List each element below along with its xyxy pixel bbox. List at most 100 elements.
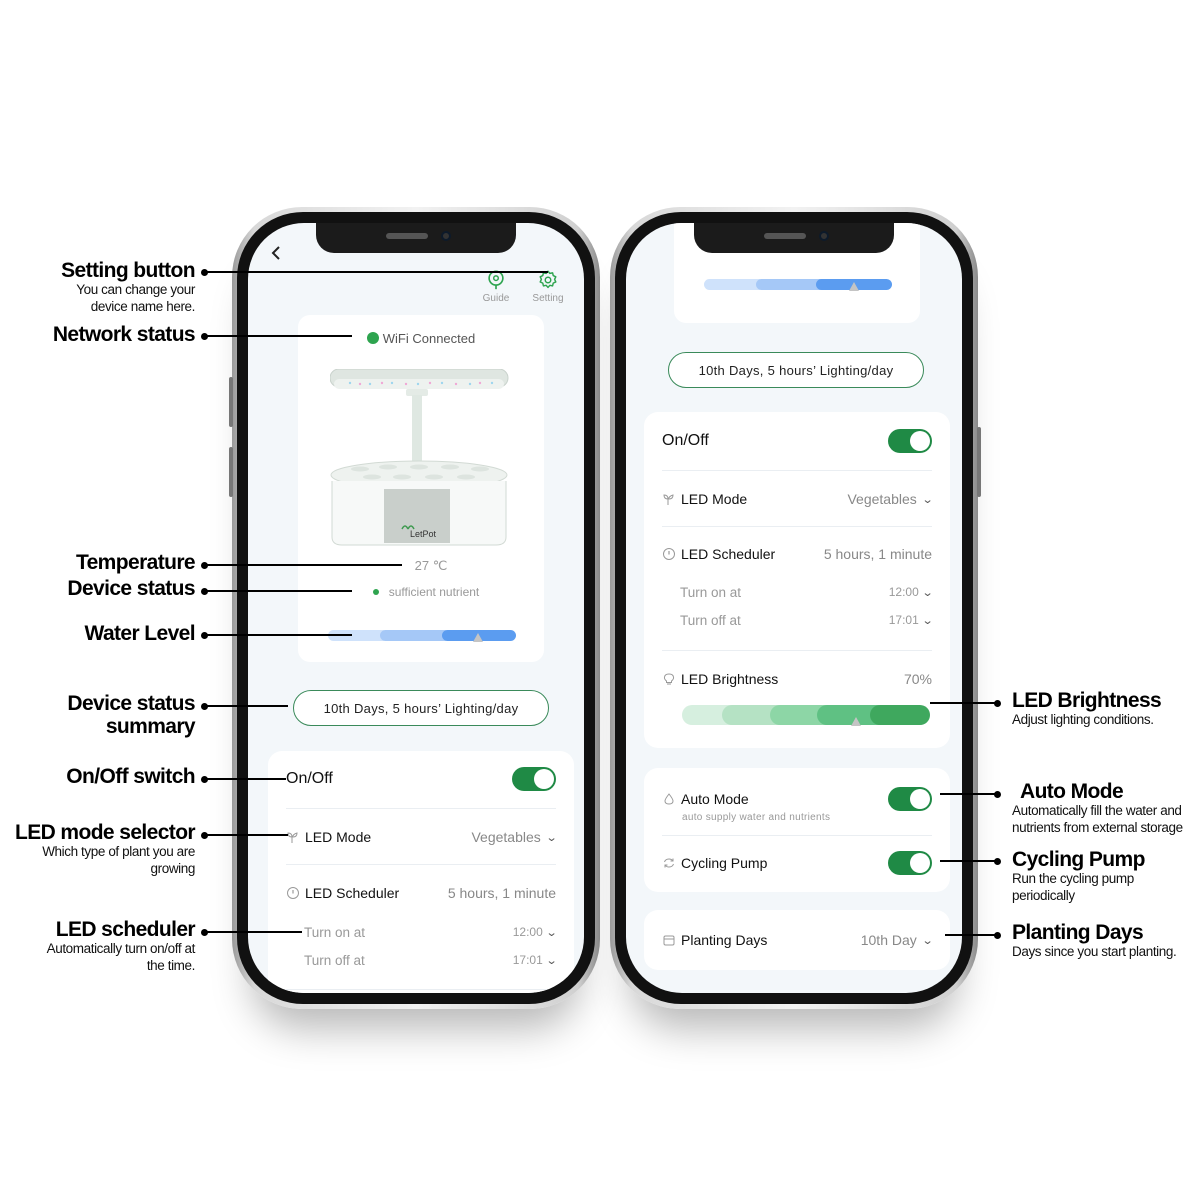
annotation-line [204, 931, 302, 933]
auto-mode-label: Auto Mode [681, 791, 749, 807]
chevron-down-icon: ⌄ [921, 614, 934, 627]
annotation-planting-days: Planting Days Days since you start plant… [1012, 921, 1177, 961]
annotation-led-mode-selector: LED mode selector Which type of plant yo… [15, 821, 196, 878]
brightness-slider[interactable] [682, 705, 930, 726]
planting-days-select[interactable]: 10th Day ⌄ [861, 932, 934, 948]
water-level-bar [704, 279, 892, 291]
annotation-onoff-switch: On/Off switch [66, 765, 195, 788]
divider [662, 650, 932, 651]
turn-on-select[interactable]: 12:00 ⌄ [513, 925, 558, 939]
wifi-icon [366, 332, 379, 344]
setting-button[interactable]: Setting [530, 269, 566, 304]
back-button[interactable] [270, 241, 282, 267]
clock-icon [663, 548, 675, 560]
temperature: 27 ℃ [414, 558, 448, 573]
annotation-line [204, 564, 402, 566]
cycling-pump-toggle[interactable] [888, 851, 932, 875]
led-mode-row[interactable]: LED Mode Vegetables ⌄ [662, 487, 934, 511]
annotation-desc: Automatically fill the water and nutrien… [1012, 803, 1183, 835]
guide-button[interactable]: Guide [478, 269, 514, 304]
brightness-handle[interactable] [850, 717, 861, 726]
turn-off-label: Turn off at [304, 952, 365, 968]
led-mode-row[interactable]: LED Mode Vegetables ⌄ [286, 825, 558, 849]
water-level-indicator [849, 282, 860, 291]
water-level-bar [328, 630, 516, 642]
led-mode-label: LED Mode [681, 491, 748, 507]
annotation-temperature: Temperature [76, 551, 196, 574]
planting-days-title: Planting Days [662, 932, 767, 948]
turn-off-row[interactable]: Turn off at 17:01 ⌄ [680, 610, 934, 630]
device-image: LetPot [330, 369, 509, 546]
planting-days-row[interactable]: Planting Days 10th Day ⌄ [662, 928, 934, 952]
power-button [977, 427, 981, 497]
status-dot-icon [372, 589, 379, 595]
chevron-down-icon: ⌄ [921, 493, 934, 506]
auto-mode-hint: auto supply water and nutrients [682, 812, 831, 823]
annotation-title: Cycling Pump [1012, 848, 1145, 871]
annotation-bullet [994, 700, 1001, 707]
annotation-desc: Run the cycling pump periodically [1012, 871, 1134, 903]
turn-off-row[interactable]: Turn off at 17:01 ⌄ [304, 950, 558, 970]
annotation-setting-button: Setting button You can change your devic… [45, 259, 196, 316]
annotation-auto-mode: Auto Mode Automatically fill the water a… [1012, 780, 1197, 837]
chevron-left-icon [271, 246, 280, 260]
led-mode-select[interactable]: Vegetables ⌄ [847, 491, 934, 507]
divider [662, 835, 932, 836]
led-mode-value: Vegetables [471, 829, 541, 845]
led-mode-title: LED Mode [662, 491, 747, 507]
annotation-title: Device status summary [67, 692, 195, 739]
turn-off-value: 17:01 [888, 613, 919, 627]
brightness-segment [870, 705, 930, 725]
cycling-pump-title: Cycling Pump [662, 855, 767, 871]
divider [286, 989, 556, 990]
annotation-line [204, 705, 288, 707]
cycling-pump-label: Cycling Pump [681, 855, 768, 871]
auto-mode-toggle[interactable] [888, 787, 932, 811]
turn-on-row[interactable]: Turn on at 12:00 ⌄ [304, 922, 558, 942]
onoff-toggle[interactable] [888, 429, 932, 453]
annotation-desc: Days since you start planting. [1012, 944, 1177, 960]
led-scheduler-label: LED Scheduler [681, 546, 776, 562]
annotation-line [204, 634, 352, 636]
phone-right: sufficient nutrient 10th Days, 5 hours’ … [610, 207, 981, 1009]
turn-off-select[interactable]: 17:01 ⌄ [888, 613, 934, 627]
annotation-network-status: Network status [52, 323, 196, 346]
led-scheduler-value: 5 hours, 1 minute [447, 885, 556, 901]
annotation-title: Network status [52, 323, 196, 346]
phone-notch [694, 223, 894, 253]
led-mode-select[interactable]: Vegetables ⌄ [471, 829, 558, 845]
led-scheduler-title: LED Scheduler [286, 885, 399, 901]
pump-card: Auto Mode auto supply water and nutrient… [644, 768, 950, 892]
device-brand: LetPot [410, 529, 437, 539]
turn-off-label: Turn off at [680, 612, 741, 628]
phone-notch [316, 223, 516, 253]
volume-button [229, 377, 233, 427]
refresh-icon [664, 858, 674, 868]
chevron-down-icon: ⌄ [545, 831, 558, 844]
turn-on-row[interactable]: Turn on at 12:00 ⌄ [680, 582, 934, 602]
chevron-down-icon: ⌄ [921, 586, 934, 599]
clock-icon [287, 887, 299, 899]
planting-days-card[interactable]: Planting Days 10th Day ⌄ [644, 910, 950, 970]
annotation-title: Auto Mode [1020, 780, 1124, 803]
planting-days-label: Planting Days [681, 932, 768, 948]
turn-off-select[interactable]: 17:01 ⌄ [513, 953, 558, 967]
turn-on-value: 12:00 [888, 585, 919, 599]
turn-on-select[interactable]: 12:00 ⌄ [888, 585, 934, 599]
chevron-down-icon: ⌄ [545, 954, 558, 967]
divider [286, 864, 556, 865]
volume-button [229, 447, 233, 497]
annotation-cycling-pump: Cycling Pump Run the cycling pump period… [1012, 848, 1162, 905]
annotation-line [940, 793, 996, 795]
auto-mode-row: Auto Mode [662, 786, 932, 812]
led-scheduler-row: LED Scheduler 5 hours, 1 minute [286, 881, 556, 905]
led-scheduler-value: 5 hours, 1 minute [823, 546, 932, 562]
control-card: On/Off LED Mode Vegetables ⌄ LED Schedule… [268, 751, 574, 993]
onoff-toggle[interactable] [512, 767, 556, 791]
annotation-title: Setting button [61, 259, 196, 282]
onoff-row: On/Off [286, 766, 556, 792]
led-mode-title: LED Mode [286, 829, 371, 845]
sprout-icon [287, 832, 298, 843]
annotation-line [945, 934, 996, 936]
annotation-line [204, 834, 288, 836]
